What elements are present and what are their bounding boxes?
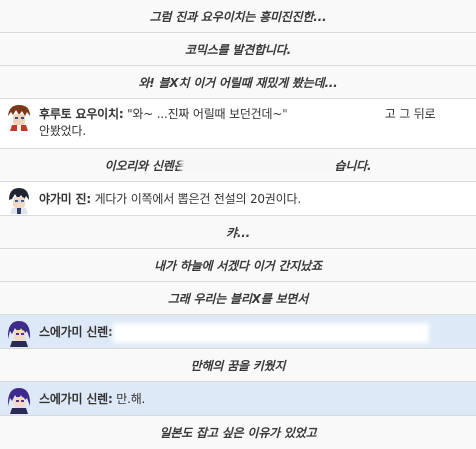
speech-row: 후루토 요우이치: "와~ ...진짜 어릴때 보던건데~" 고 그 뒤로 안봤… (0, 99, 476, 149)
purple-hair-avatar (5, 386, 33, 414)
speech-row: 야가미 진: 게다가 이쪽에서 뽑은건 전설의 20권이다. (0, 182, 476, 216)
narration-row: 캬... (0, 216, 476, 249)
speaker-name: 스에가미 신렌: (39, 392, 113, 406)
speech-text: "와~ ...진짜 어릴때 보던건데~" (127, 107, 288, 121)
narration-text: 코믹스를 발견합니다. (185, 42, 291, 57)
speech-row: 스에가미 신렌: 만.해. (0, 382, 476, 416)
narration-row: 만해의 꿈을 키웠지 (0, 349, 476, 382)
speech-text: 게다가 이쪽에서 뽑은건 전설의 20권이다. (94, 192, 302, 206)
speech-text: 만.해. (116, 392, 146, 406)
narration-row: 그럼 진과 요우이치는 흥미진진한... (0, 0, 476, 33)
redaction-mask (291, 107, 382, 122)
narration-row: 일본도 잡고 싶은 이유가 있었고 (0, 416, 476, 449)
narration-row: 내가 하늘에 서겠다 이거 간지났죠 (0, 249, 476, 282)
narration-text: 그럼 진과 요우이치는 흥미진진한... (149, 9, 327, 24)
narration-text: 이오리와 신렌은 (104, 158, 185, 173)
redaction-mask (184, 158, 335, 172)
narration-text: 내가 하늘에 서겠다 이거 간지났죠 (154, 258, 322, 273)
speech-row: 스에가미 신렌: (0, 315, 476, 349)
narration-text: 일본도 잡고 싶은 이유가 있었고 (159, 426, 317, 440)
narration-row: 그래 우리는 블리X를 보면서 (0, 282, 476, 315)
narration-row: 와! 블X치 이거 어릴때 재밌게 봤는데... (0, 66, 476, 99)
narration-text: 와! 블X치 이거 어릴때 재밌게 봤는데... (138, 75, 338, 90)
narration-text-tail: 습니다. (334, 158, 372, 173)
speaker-name: 후루토 요우이치: (39, 107, 124, 121)
narration-row: 코믹스를 발견합니다. (0, 33, 476, 66)
speech-text-tail: 고 그 뒤로 (384, 107, 436, 121)
narration-row: 이오리와 신렌은 습니다. (0, 149, 476, 182)
speaker-name: 야가미 진: (39, 192, 91, 206)
redaction-mask (116, 325, 427, 340)
narration-text: 캬... (226, 225, 250, 240)
chat-log: 그럼 진과 요우이치는 흥미진진한... 코믹스를 발견합니다. 와! 블X치 … (0, 0, 476, 449)
purple-hair-avatar (5, 319, 33, 347)
speech-text-line2: 안봤었다. (39, 124, 86, 138)
narration-text: 그래 우리는 블리X를 보면서 (167, 291, 309, 306)
narration-text: 만해의 꿈을 키웠지 (190, 358, 286, 373)
speaker-name: 스에가미 신렌: (39, 325, 113, 339)
dark-hair-boy-avatar (5, 186, 33, 214)
brown-hair-boy-avatar (5, 103, 33, 131)
